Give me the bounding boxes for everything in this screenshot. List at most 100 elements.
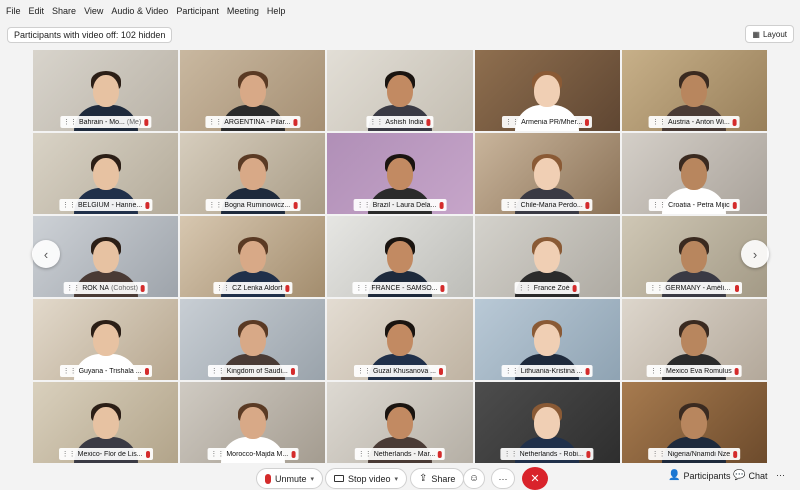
menu-participant[interactable]: Participant [172,6,223,16]
video-tile[interactable]: ⋮⋮ Croatia - Petra Mijic [621,133,767,214]
video-tile[interactable]: ⋮⋮ FRANCE - SAMSO... [327,216,473,297]
video-tile[interactable]: ⋮⋮ Mexico Eva Romulus [621,299,767,380]
drag-handle-icon[interactable]: ⋮⋮ [62,201,76,209]
hidden-participants-indicator[interactable]: Participants with video off: 102 hidden [7,27,173,43]
participant-name: Croatia - Petra Mijic [668,201,730,209]
participant-name: FRANCE - SAMSO... [371,284,438,292]
video-tile[interactable]: ⋮⋮ Kingdom of Saudi... [180,299,326,380]
drag-handle-icon[interactable]: ⋮⋮ [216,284,230,292]
participant-name-tag: ⋮⋮ ARGENTINA - Pilar... [205,116,301,128]
microphone-muted-icon [585,201,590,209]
more-icon: ··· [776,470,785,480]
menu-help[interactable]: Help [263,6,290,16]
drag-handle-icon[interactable]: ⋮⋮ [518,284,532,292]
video-tile[interactable]: ⋮⋮ CZ Lenka Aldorf [180,216,326,297]
drag-handle-icon[interactable]: ⋮⋮ [650,367,664,375]
drag-handle-icon[interactable]: ⋮⋮ [505,367,519,375]
video-tile[interactable]: ⋮⋮ BELGIUM - Hanne... [33,133,179,214]
video-tile[interactable]: ⋮⋮ Mexico- Flor de Lis... [33,382,179,463]
microphone-muted-icon [293,118,298,126]
unmute-button[interactable]: Unmute ▾ [256,468,324,489]
more-panels-button[interactable]: ··· [776,470,785,480]
video-tile[interactable]: ⋮⋮ Morocco-Majda M... [180,382,326,463]
microphone-muted-icon [734,367,739,375]
participants-button[interactable]: 👤 Participants [668,470,730,481]
drag-handle-icon[interactable]: ⋮⋮ [357,201,371,209]
participant-name: ARGENTINA - Pilar... [224,118,291,126]
reactions-button[interactable]: ☺ [463,468,485,489]
participant-name-tag: ⋮⋮ Chile-Maria Perdo... [501,199,593,211]
video-tile[interactable]: ⋮⋮ Guzal Khusanova ... [327,299,473,380]
drag-handle-icon[interactable]: ⋮⋮ [652,201,666,209]
microphone-muted-icon [572,284,577,292]
video-tile[interactable]: ⋮⋮ Bahrain - Mo... (Me) [33,50,179,131]
video-tile[interactable]: ⋮⋮ Ashish India [327,50,473,131]
end-call-button[interactable]: ✕ [522,467,548,490]
video-tile[interactable]: ⋮⋮ Austria - Anton Wi... [621,50,767,131]
drag-handle-icon[interactable]: ⋮⋮ [66,284,80,292]
microphone-muted-icon [140,284,145,292]
chevron-down-icon[interactable]: ▾ [395,475,399,483]
video-tile[interactable]: ⋮⋮ ARGENTINA - Pilar... [180,50,326,131]
participant-name-tag: ⋮⋮ Morocco-Majda M... [207,448,299,460]
drag-handle-icon[interactable]: ⋮⋮ [652,450,666,458]
microphone-muted-icon [735,284,740,292]
more-icon: ··· [498,473,508,484]
participant-name: Austria - Anton Wi... [667,118,730,126]
participant-name: France Zoé [533,284,570,292]
drag-handle-icon[interactable]: ⋮⋮ [208,201,222,209]
microphone-muted-icon [586,450,591,458]
video-tile[interactable]: ⋮⋮ France Zoé [474,216,620,297]
video-tile[interactable]: ⋮⋮ Netherlands - Robi... [474,382,620,463]
drag-handle-icon[interactable]: ⋮⋮ [357,367,371,375]
video-tile[interactable]: ⋮⋮ Brazil - Laura Dela... [327,133,473,214]
video-tile[interactable]: ⋮⋮ Armenia PR/Mher... [474,50,620,131]
chat-button[interactable]: 💬 Chat [733,470,767,481]
microphone-muted-icon [144,118,149,126]
chevron-right-icon[interactable]: › [741,240,769,268]
microphone-muted-icon [439,367,444,375]
drag-handle-icon[interactable]: ⋮⋮ [208,118,222,126]
layout-button[interactable]: ▦ Layout [745,25,794,43]
drag-handle-icon[interactable]: ⋮⋮ [211,367,225,375]
participant-name-tag: ⋮⋮ GERMANY - Amélie... [646,282,743,294]
participants-label: Participants [683,470,731,481]
drag-handle-icon[interactable]: ⋮⋮ [504,450,518,458]
drag-handle-icon[interactable]: ⋮⋮ [63,367,77,375]
menu-view[interactable]: View [80,6,107,16]
share-button[interactable]: ⇪ Share [410,468,465,489]
microphone-muted-icon [145,201,150,209]
close-icon: ✕ [530,473,540,485]
chevron-left-icon[interactable]: ‹ [32,240,60,268]
video-tile[interactable]: ⋮⋮ Guyana - Trishala ... [33,299,179,380]
drag-handle-icon[interactable]: ⋮⋮ [62,450,76,458]
drag-handle-icon[interactable]: ⋮⋮ [505,118,519,126]
menu-file[interactable]: File [2,6,25,16]
drag-handle-icon[interactable]: ⋮⋮ [63,118,77,126]
more-options-button[interactable]: ··· [491,468,515,489]
video-tile[interactable]: ⋮⋮ Netherlands - Mar... [327,382,473,463]
drag-handle-icon[interactable]: ⋮⋮ [355,284,369,292]
microphone-muted-icon [285,284,290,292]
drag-handle-icon[interactable]: ⋮⋮ [369,118,383,126]
microphone-muted-icon [438,450,443,458]
microphone-muted-icon [426,118,431,126]
layout-label: Layout [762,29,787,39]
drag-handle-icon[interactable]: ⋮⋮ [210,450,224,458]
chevron-down-icon[interactable]: ▾ [311,475,315,483]
microphone-muted-icon [440,284,445,292]
microphone-muted-icon [439,201,444,209]
drag-handle-icon[interactable]: ⋮⋮ [652,118,666,126]
drag-handle-icon[interactable]: ⋮⋮ [649,284,663,292]
video-tile[interactable]: ⋮⋮ Bogna Ruminowicz... [180,133,326,214]
video-tile[interactable]: ⋮⋮ Lithuania-Kristina ... [474,299,620,380]
menu-meeting[interactable]: Meeting [223,6,263,16]
drag-handle-icon[interactable]: ⋮⋮ [358,450,372,458]
stop-video-button[interactable]: Stop video ▾ [325,468,408,489]
video-tile[interactable]: ⋮⋮ Nigeria/Nnamdi Nze [621,382,767,463]
menu-edit[interactable]: Edit [25,6,49,16]
menu-audio-video[interactable]: Audio & Video [107,6,172,16]
menu-share[interactable]: Share [48,6,80,16]
drag-handle-icon[interactable]: ⋮⋮ [505,201,519,209]
video-tile[interactable]: ⋮⋮ Chile-Maria Perdo... [474,133,620,214]
